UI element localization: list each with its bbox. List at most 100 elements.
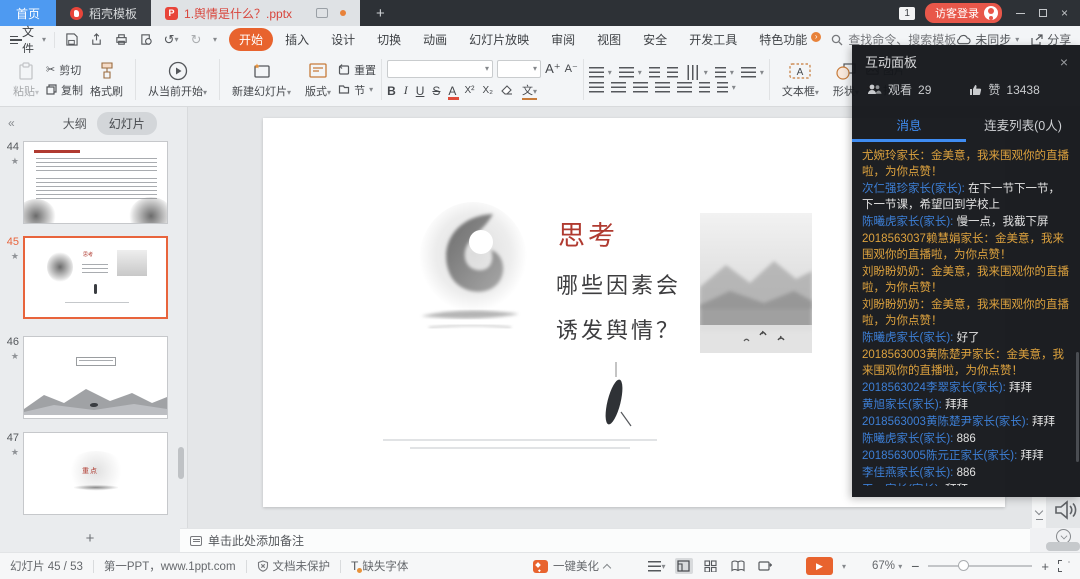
font-color-button[interactable]: A [448, 84, 456, 98]
chat-scrollbar[interactable] [1076, 352, 1079, 462]
cut-button[interactable]: ✂剪切 [46, 62, 83, 78]
normal-view-icon[interactable] [675, 558, 693, 574]
font-size-select[interactable]: ▾ [497, 60, 541, 78]
decrease-indent-icon[interactable] [649, 67, 660, 78]
zoom-level[interactable]: 67% ▾ [872, 560, 902, 572]
decrease-font-button[interactable]: A⁻ [565, 62, 578, 75]
slide-thumbnail-47[interactable]: 重点 [23, 432, 168, 515]
maximize-button[interactable] [1039, 9, 1047, 17]
file-menu-button[interactable]: 文件 ▾ [0, 23, 54, 57]
play-options-icon[interactable]: ▾ [842, 562, 846, 571]
slide-thumbnail-44[interactable] [23, 141, 168, 224]
menu-tab[interactable]: 动画 [413, 28, 457, 51]
tab-messages[interactable]: 消息 [852, 108, 966, 142]
sidebar-scrollbar[interactable] [178, 447, 184, 479]
menu-tab[interactable]: 视图 [587, 28, 631, 51]
align-right-icon[interactable] [633, 82, 648, 93]
undo-button[interactable]: ↺▾ [163, 32, 179, 48]
panel-close-button[interactable]: × [1060, 54, 1068, 70]
horizontal-scrollbar-thumb[interactable] [1046, 542, 1080, 551]
zoom-out-button[interactable]: − [911, 558, 919, 574]
play-from-current-button[interactable]: 从当前开始▾ [141, 57, 214, 102]
new-slide-button[interactable]: 新建幻灯片▾ [225, 57, 298, 102]
collapse-sidebar-button[interactable]: « [8, 116, 15, 130]
menu-tab[interactable]: 特色功能› [749, 28, 817, 51]
reset-button[interactable]: 重置 [338, 62, 376, 78]
notes-bar[interactable]: 单击此处添加备注 [180, 528, 1030, 552]
print-button[interactable] [113, 32, 129, 48]
fit-to-window-icon[interactable] [1058, 560, 1070, 572]
format-painter-button[interactable]: 格式刷 [83, 57, 130, 102]
paste-button[interactable]: 粘贴▾ [6, 57, 46, 102]
bold-button[interactable]: B [387, 84, 396, 98]
tab-docer-template[interactable]: 稻壳模板 [56, 0, 151, 26]
tab-document[interactable]: P 1.舆情是什么？.pptx [151, 0, 360, 26]
align-text-button[interactable]: ▾ [715, 67, 734, 78]
superscript-button[interactable]: X² [464, 85, 474, 96]
missing-font-status[interactable]: T 缺失字体 [351, 558, 408, 574]
document-protection-status[interactable]: 文档未保护 [257, 558, 331, 574]
menu-tab[interactable]: 切换 [367, 28, 411, 51]
menu-tab[interactable]: 审阅 [541, 28, 585, 51]
distribute-icon[interactable] [677, 82, 692, 93]
copy-button[interactable]: 复制 [46, 82, 83, 98]
italic-button[interactable]: I [404, 83, 408, 98]
close-window-button[interactable]: × [1061, 6, 1068, 20]
slide-sorter-view-icon[interactable] [702, 558, 720, 574]
volume-icon[interactable] [1052, 498, 1078, 522]
guest-login-button[interactable]: 访客登录 [925, 3, 1002, 23]
textbox-button[interactable]: A 文本框▾ [775, 57, 826, 102]
paragraph-more-button[interactable]: ▾ [717, 82, 736, 93]
new-tab-button[interactable]: + [360, 0, 401, 26]
zoom-in-button[interactable]: + [1041, 559, 1049, 574]
canvas-vertical-scrollbar[interactable] [1032, 497, 1046, 528]
zoom-slider-thumb[interactable] [958, 560, 969, 571]
reading-view-icon[interactable] [729, 558, 747, 574]
numbered-list-button[interactable]: ▾ [619, 67, 642, 78]
slide-title[interactable]: 思考 [558, 214, 618, 253]
columns-icon[interactable] [699, 82, 710, 93]
minimize-button[interactable] [1016, 13, 1025, 14]
add-slide-button[interactable]: + [0, 528, 180, 552]
export-button[interactable] [88, 32, 104, 48]
layout-button[interactable]: 版式▾ [298, 57, 338, 102]
align-left-icon[interactable] [589, 82, 604, 93]
line-spacing-button[interactable]: ▾ [741, 67, 764, 78]
menu-tab[interactable]: 幻灯片放映 [459, 28, 539, 51]
slide-thumbnail-46[interactable] [23, 336, 168, 419]
slide-question-line1[interactable]: 哪些因素会 [556, 268, 681, 300]
comment-bubble-icon[interactable] [316, 8, 328, 18]
slide-question-line2[interactable]: 诱发舆情？ [556, 313, 681, 345]
clear-format-button[interactable] [501, 85, 514, 96]
increase-font-button[interactable]: A⁺ [545, 61, 561, 77]
section-button[interactable]: 节▾ [338, 82, 376, 98]
save-button[interactable] [63, 32, 79, 48]
menu-tab[interactable]: 插入 [275, 28, 319, 51]
increase-indent-icon[interactable] [667, 67, 678, 78]
menu-tab[interactable]: 安全 [633, 28, 677, 51]
beautify-button[interactable]: 一键美化 [533, 558, 610, 574]
redo-button[interactable]: ↻ [188, 32, 204, 48]
align-center-icon[interactable] [611, 82, 626, 93]
underline-button[interactable]: U [416, 84, 425, 98]
menu-tab[interactable]: 设计 [321, 28, 365, 51]
menu-tab[interactable]: 开发工具 [679, 28, 747, 51]
chat-message-list[interactable]: 尤婉玲家长：金美意，我来围观你的直播啦，为你点赞！ 次仁强珍家长(家长): 在下… [852, 142, 1080, 486]
font-name-select[interactable]: ▾ [387, 60, 493, 78]
zoom-slider[interactable] [928, 565, 1032, 567]
tab-mic-list[interactable]: 连麦列表(0人) [966, 108, 1080, 142]
bullet-list-button[interactable]: ▾ [589, 67, 612, 78]
slide-thumbnail-45-current[interactable]: 思考 [23, 236, 168, 319]
notes-toggle-view-icon[interactable]: ▾ [648, 558, 666, 574]
text-direction-button[interactable]: ▾ [685, 67, 708, 78]
justify-icon[interactable] [655, 82, 670, 93]
strikethrough-button[interactable]: S [432, 84, 440, 98]
tab-outline[interactable]: 大纲 [63, 115, 87, 132]
customize-toolbar-icon[interactable]: ▾ [213, 35, 217, 44]
print-preview-button[interactable] [138, 32, 154, 48]
pinyin-button[interactable]: 文▾ [522, 82, 537, 100]
window-count-badge[interactable]: 1 [899, 7, 915, 20]
slideshow-view-icon[interactable] [756, 558, 774, 574]
play-slideshow-button[interactable]: ▶ [806, 557, 833, 575]
subscript-button[interactable]: X₂ [482, 85, 493, 96]
